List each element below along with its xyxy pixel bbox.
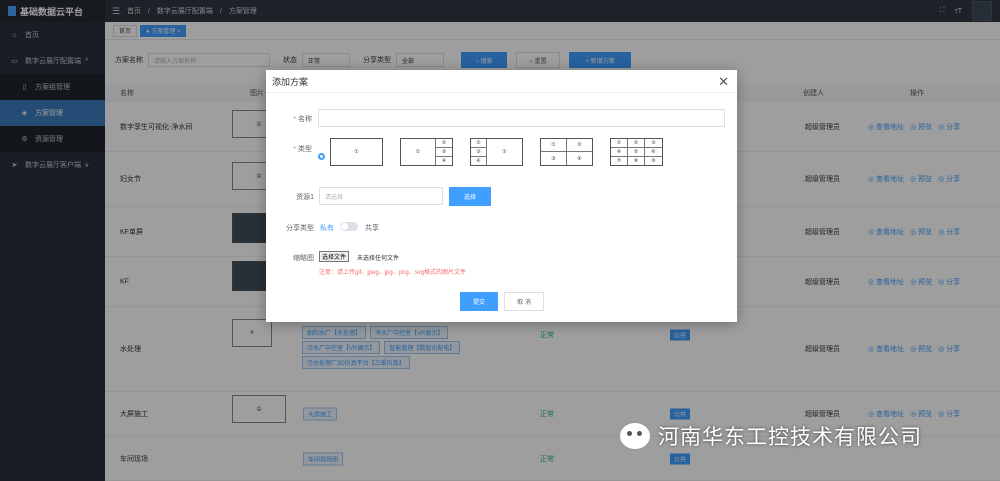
share-public-option[interactable]: 共享: [365, 223, 379, 233]
layout-cell: ①: [611, 139, 628, 148]
layout-cell: ④: [611, 148, 628, 157]
choose-file-button[interactable]: 选择文件: [319, 251, 350, 262]
dialog-title: 添加方案: [266, 70, 737, 93]
layout-cell: ②: [471, 139, 487, 148]
layout-cell: ②: [567, 139, 592, 152]
share-type-label: 分享类型: [286, 225, 314, 232]
layout-cell: ①: [401, 139, 436, 165]
layout-option-5[interactable]: ① ② ③ ④ ⑤ ⑥ ⑦ ⑧ ⑨: [610, 138, 663, 166]
layout-cell: ①: [502, 149, 507, 155]
layout-radio-selected[interactable]: [318, 153, 325, 160]
layout-cell: ④: [577, 155, 582, 162]
share-private-option[interactable]: 私有: [320, 223, 334, 233]
watermark-text: 河南华东工控技术有限公司: [658, 426, 922, 449]
layout-cell: ⑧: [628, 157, 645, 165]
wechat-watermark: 河南华东工控技术有限公司: [620, 420, 980, 452]
add-scheme-dialog: 添加方案 ✕ * 名称 * 类型 ① ① ② ③ ④ ② ③ ④ ① ① ② ③ ④…: [266, 70, 737, 322]
layout-cell: ③: [541, 152, 567, 165]
resource-select[interactable]: 请选择: [319, 187, 443, 205]
resource-label: 资源1: [296, 194, 314, 201]
layout-cell: ③: [645, 139, 662, 148]
layout-cell: ⑦: [611, 157, 628, 165]
thumbnail-label: 缩略图: [293, 255, 314, 262]
close-icon[interactable]: ✕: [718, 74, 729, 90]
layout-cell: ④: [471, 157, 487, 165]
layout-cell: ③: [471, 148, 487, 157]
upload-note: 注意：请上传gif、jpeg、jpg、png、svg格式的图片文件: [319, 270, 467, 276]
layout-cell: ①: [541, 139, 567, 152]
type-label: * 类型: [293, 146, 312, 153]
layout-cell: ④: [441, 158, 447, 164]
layout-cell: ⑤: [628, 148, 645, 157]
layout-option-2[interactable]: ① ② ③ ④: [400, 138, 453, 166]
layout-cell: ⑥: [645, 148, 662, 157]
share-toggle[interactable]: [340, 222, 358, 231]
file-status: 未选择任何文件: [357, 256, 400, 262]
layout-cell: ③: [436, 148, 452, 157]
layout-cell: ②: [628, 139, 645, 148]
layout-cell: ⑨: [651, 158, 656, 164]
submit-button[interactable]: 提交: [460, 292, 498, 311]
layout-option-4[interactable]: ① ② ③ ④: [540, 138, 593, 166]
layout-cell: ①: [354, 149, 359, 155]
resource-select-button[interactable]: 选择: [449, 187, 491, 206]
layout-option-1[interactable]: ①: [330, 138, 383, 166]
wechat-icon: [620, 423, 650, 449]
name-input[interactable]: [318, 109, 725, 127]
cancel-button[interactable]: 取 消: [504, 292, 544, 311]
layout-option-3[interactable]: ② ③ ④ ①: [470, 138, 523, 166]
layout-cell: ②: [436, 139, 452, 148]
name-label: * 名称: [293, 116, 312, 123]
